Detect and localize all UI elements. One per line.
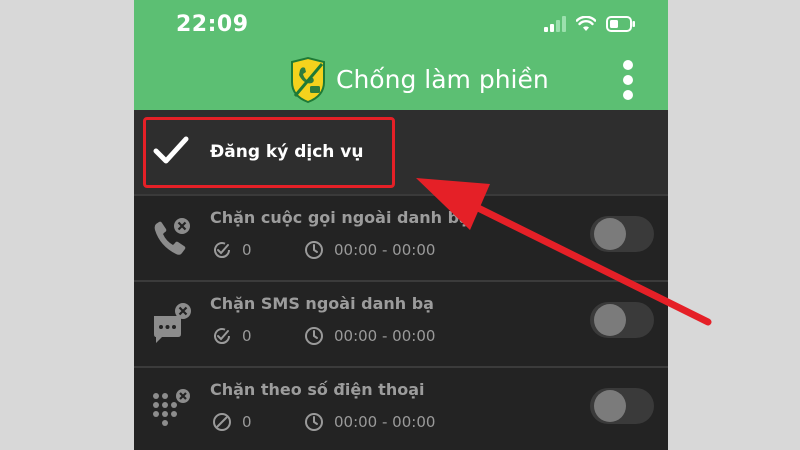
shield-block-icon <box>291 56 325 104</box>
check-circle-icon <box>214 242 231 259</box>
blocked-count-value: 0 <box>242 241 252 259</box>
sms-blocked-icon <box>154 303 191 343</box>
phone-screen: 22:09 Chống làm phiền Đăng ký dịch vụ Ch… <box>134 0 668 450</box>
time-range-value: 00:00 - 00:00 <box>334 241 436 259</box>
status-time: 22:09 <box>176 12 249 37</box>
blocked-count: 0 <box>212 412 252 432</box>
feature-toggle[interactable] <box>590 388 654 424</box>
dialpad-blocked-icon <box>153 389 190 426</box>
battery-icon <box>606 16 635 32</box>
app-title: Chống làm phiền <box>336 65 549 94</box>
status-icons <box>544 14 636 34</box>
clock-icon <box>305 327 323 345</box>
time-range: 00:00 - 00:00 <box>304 240 435 260</box>
feature-toggle[interactable] <box>590 302 654 338</box>
feature-toggle[interactable] <box>590 216 654 252</box>
ban-icon <box>213 413 231 431</box>
phone-blocked-icon <box>154 218 190 255</box>
app-bar: Chống làm phiền <box>134 52 668 110</box>
time-range-value: 00:00 - 00:00 <box>334 327 436 345</box>
time-range: 00:00 - 00:00 <box>304 326 435 346</box>
check-circle-icon <box>214 328 231 345</box>
blocked-count: 0 <box>212 326 252 346</box>
status-bar: 22:09 <box>134 0 668 48</box>
feature-title: Chặn SMS ngoài danh bạ <box>210 294 434 313</box>
signal-icon <box>544 16 566 32</box>
blocked-count-value: 0 <box>242 413 252 431</box>
feature-title: Chặn theo số điện thoại <box>210 380 425 399</box>
clock-icon <box>305 413 323 431</box>
wifi-icon <box>576 16 596 31</box>
feature-title: Chặn cuộc gọi ngoài danh bạ <box>210 208 470 227</box>
header: 22:09 Chống làm phiền <box>134 0 668 110</box>
blocked-count: 0 <box>212 240 252 260</box>
highlight-box <box>143 117 395 188</box>
clock-icon <box>305 241 323 259</box>
feature-row-block-number[interactable]: Chặn theo số điện thoại 0 00:00 - 00:00 <box>134 368 668 450</box>
time-range: 00:00 - 00:00 <box>304 412 435 432</box>
more-vertical-icon[interactable] <box>620 60 636 100</box>
feature-row-block-calls[interactable]: Chặn cuộc gọi ngoài danh bạ 0 00:00 - 00… <box>134 196 668 282</box>
blocked-count-value: 0 <box>242 327 252 345</box>
time-range-value: 00:00 - 00:00 <box>334 413 436 431</box>
feature-row-block-sms[interactable]: Chặn SMS ngoài danh bạ 0 00:00 - 00:00 <box>134 282 668 368</box>
